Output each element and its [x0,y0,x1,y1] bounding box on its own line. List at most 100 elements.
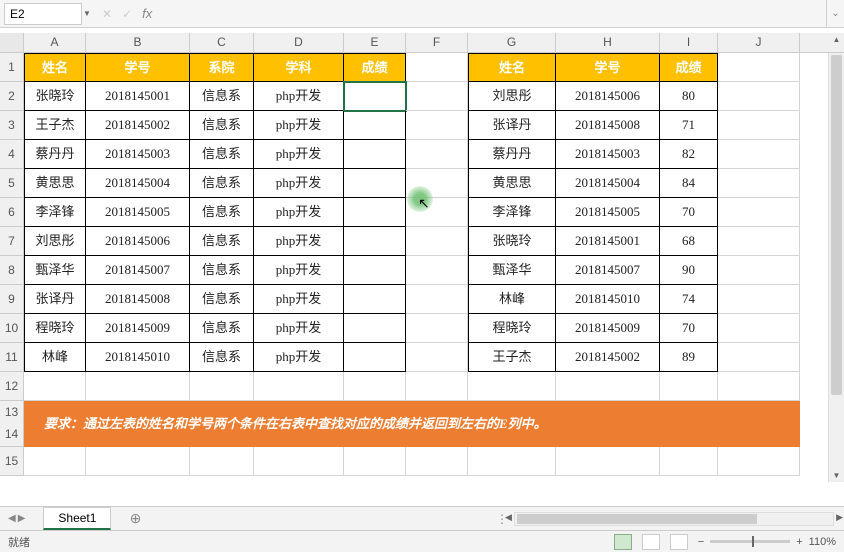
row-header[interactable]: 12 [0,372,24,401]
left-cell[interactable]: 王子杰 [24,111,86,140]
cell[interactable] [406,372,468,401]
right-cell[interactable]: 2018145002 [556,343,660,372]
left-header[interactable]: 学科 [254,53,344,82]
right-cell[interactable]: 2018145004 [556,169,660,198]
right-cell[interactable]: 2018145009 [556,314,660,343]
cell[interactable] [344,372,406,401]
left-cell[interactable] [344,256,406,285]
left-header[interactable]: 姓名 [24,53,86,82]
left-cell[interactable]: 信息系 [190,140,254,169]
cell[interactable] [406,285,468,314]
right-cell[interactable]: 刘思彤 [468,82,556,111]
right-header[interactable]: 成绩 [660,53,718,82]
scroll-down-icon[interactable]: ▼ [829,471,844,480]
col-header-C[interactable]: C [190,33,254,52]
left-cell[interactable]: php开发 [254,314,344,343]
cell[interactable] [406,447,468,476]
left-cell[interactable]: php开发 [254,227,344,256]
cell[interactable] [344,447,406,476]
left-cell[interactable]: 张晓玲 [24,82,86,111]
left-cell[interactable]: php开发 [254,111,344,140]
cell[interactable] [190,372,254,401]
add-sheet-button[interactable]: ⊕ [125,509,145,529]
cell[interactable] [556,372,660,401]
right-cell[interactable]: 张译丹 [468,111,556,140]
left-cell[interactable]: 程晓玲 [24,314,86,343]
right-cell[interactable]: 甄泽华 [468,256,556,285]
cell[interactable] [660,372,718,401]
left-cell[interactable]: 信息系 [190,256,254,285]
right-cell[interactable]: 2018145008 [556,111,660,140]
cell[interactable] [718,169,800,198]
right-cell[interactable]: 2018145007 [556,256,660,285]
right-cell[interactable]: 71 [660,111,718,140]
left-cell[interactable]: php开发 [254,285,344,314]
right-cell[interactable]: 70 [660,198,718,227]
row-header[interactable]: 9 [0,285,24,314]
right-cell[interactable]: 89 [660,343,718,372]
cell[interactable] [718,111,800,140]
right-cell[interactable]: 黄思思 [468,169,556,198]
left-cell[interactable]: 2018145001 [86,82,190,111]
left-cell[interactable]: 信息系 [190,111,254,140]
zoom-out-button[interactable]: − [698,536,704,548]
left-cell[interactable]: 2018145006 [86,227,190,256]
right-header[interactable]: 姓名 [468,53,556,82]
row-header[interactable]: 11 [0,343,24,372]
row-header[interactable]: 10 [0,314,24,343]
right-cell[interactable]: 82 [660,140,718,169]
left-cell[interactable] [344,285,406,314]
row-header[interactable]: 6 [0,198,24,227]
cell[interactable] [86,447,190,476]
vertical-scrollbar[interactable]: ▲ ▼ [828,53,844,482]
left-cell[interactable] [344,169,406,198]
right-cell[interactable]: 84 [660,169,718,198]
col-header-B[interactable]: B [86,33,190,52]
left-header[interactable]: 成绩 [344,53,406,82]
col-header-H[interactable]: H [556,33,660,52]
left-cell[interactable]: php开发 [254,140,344,169]
cell[interactable] [718,227,800,256]
left-cell[interactable]: php开发 [254,82,344,111]
right-cell[interactable]: 张晓玲 [468,227,556,256]
right-cell[interactable]: 90 [660,256,718,285]
cell[interactable] [718,140,800,169]
left-cell[interactable]: 2018145003 [86,140,190,169]
left-cell[interactable]: 2018145005 [86,198,190,227]
zoom-level[interactable]: 110% [809,536,836,548]
cell[interactable] [406,198,468,227]
view-normal-icon[interactable] [614,534,632,550]
cell[interactable] [468,447,556,476]
cell[interactable] [718,53,800,82]
cell[interactable] [468,372,556,401]
col-header-J[interactable]: J [718,33,800,52]
zoom-slider[interactable] [710,540,790,543]
left-cell[interactable]: 信息系 [190,82,254,111]
left-cell[interactable]: 2018145009 [86,314,190,343]
cell[interactable] [718,285,800,314]
row-header[interactable]: 2 [0,82,24,111]
tab-nav[interactable]: ◀▶ [0,513,33,524]
left-cell[interactable]: php开发 [254,256,344,285]
row-header[interactable]: 4 [0,140,24,169]
left-header[interactable]: 学号 [86,53,190,82]
fx-icon[interactable]: fx [142,6,152,21]
cell[interactable] [718,401,800,447]
left-cell[interactable] [344,343,406,372]
right-cell[interactable]: 程晓玲 [468,314,556,343]
left-cell[interactable]: 黄思思 [24,169,86,198]
zoom-in-button[interactable]: + [796,536,802,548]
cell[interactable] [86,372,190,401]
spreadsheet-grid[interactable]: 1姓名学号系院学科成绩姓名学号成绩2张晓玲2018145001信息系php开发刘… [0,53,844,506]
right-cell[interactable]: 70 [660,314,718,343]
left-header[interactable]: 系院 [190,53,254,82]
view-page-layout-icon[interactable] [642,534,660,550]
scroll-up-icon[interactable]: ▲ [829,35,844,44]
row-header[interactable]: 8 [0,256,24,285]
row-header[interactable]: 1314 [0,401,24,447]
left-cell[interactable]: 甄泽华 [24,256,86,285]
left-cell[interactable]: 信息系 [190,343,254,372]
left-cell[interactable] [344,82,406,111]
vscroll-thumb[interactable] [831,55,842,395]
right-cell[interactable]: 2018145001 [556,227,660,256]
